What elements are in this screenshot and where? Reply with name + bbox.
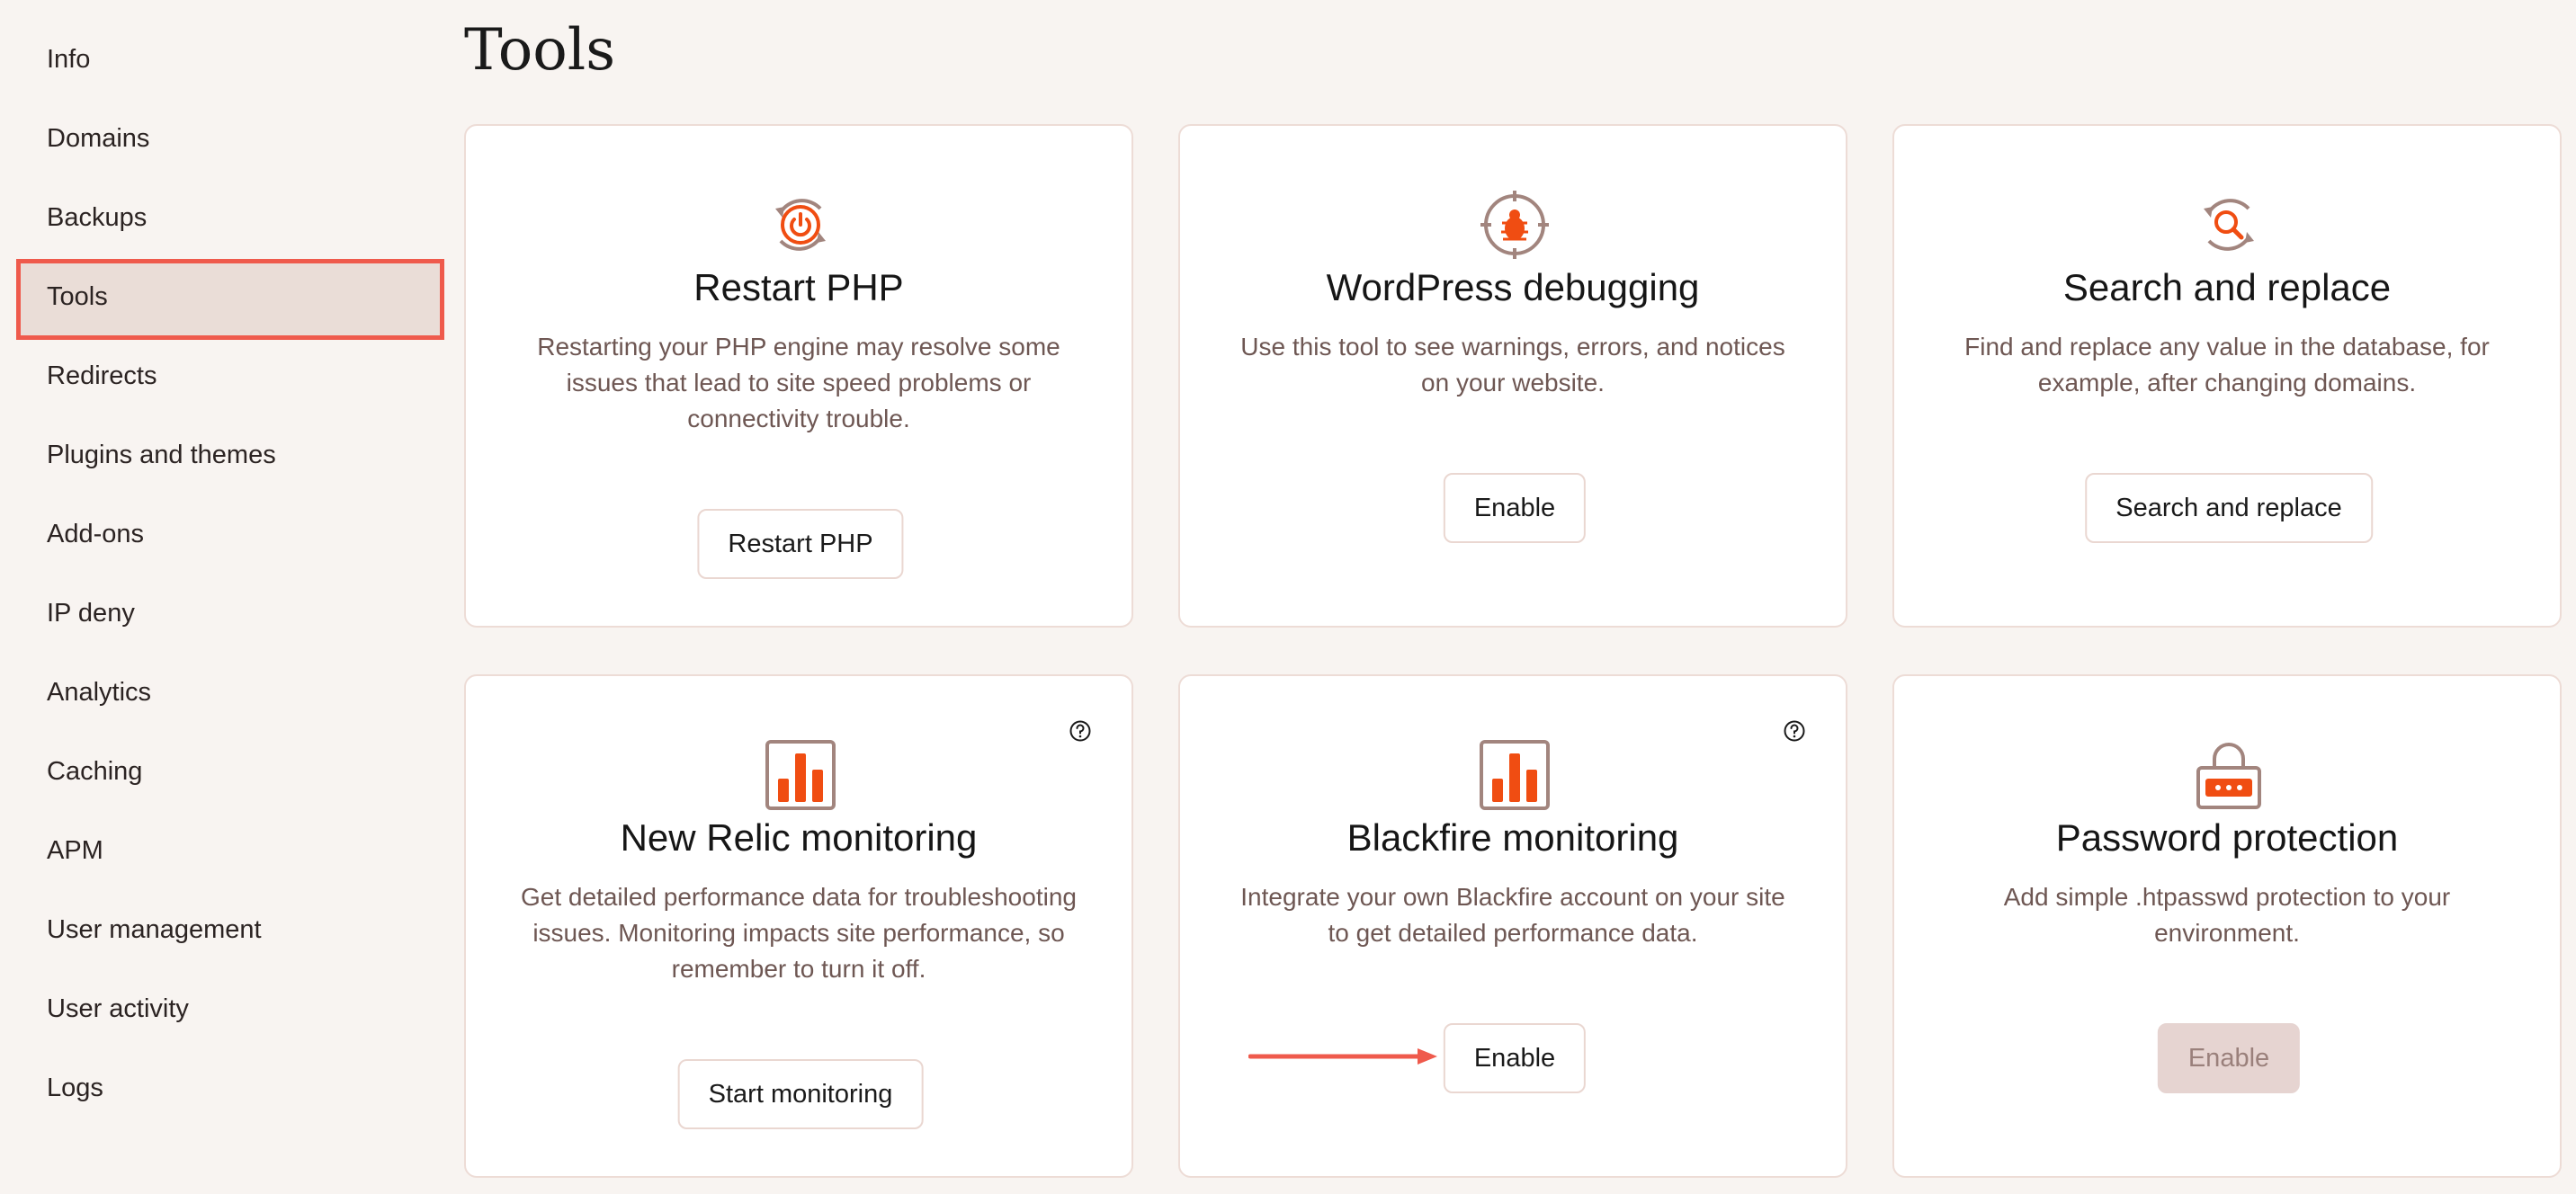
search-and-replace-button[interactable]: Search and replace xyxy=(2085,473,2373,543)
enable-password-protection-button[interactable]: Enable xyxy=(2157,1023,2301,1093)
card-password-protection: Password protection Add simple .htpasswd… xyxy=(1892,674,2562,1178)
sidebar-item-add-ons[interactable]: Add-ons xyxy=(47,507,144,561)
sidebar-item-ip-deny[interactable]: IP deny xyxy=(47,586,135,640)
card-description: Integrate your own Blackfire account on … xyxy=(1240,883,1785,947)
card-title: Restart PHP xyxy=(693,266,904,308)
enable-blackfire-button[interactable]: Enable xyxy=(1443,1023,1587,1093)
sidebar: Info Domains Backups Tools Redirects Plu… xyxy=(0,0,450,1194)
sidebar-item-user-management[interactable]: User management xyxy=(47,903,262,957)
card-restart-php: Restart PHP Restarting your PHP engine m… xyxy=(464,124,1133,628)
sidebar-item-domains[interactable]: Domains xyxy=(47,111,149,165)
card-description: Get detailed performance data for troubl… xyxy=(521,883,1077,983)
card-description: Find and replace any value in the databa… xyxy=(1964,333,2490,397)
sidebar-item-logs[interactable]: Logs xyxy=(47,1061,103,1115)
card-title: New Relic monitoring xyxy=(620,816,978,859)
page-title: Tools xyxy=(464,17,616,84)
sidebar-item-caching[interactable]: Caching xyxy=(47,744,142,798)
card-description: Use this tool to see warnings, errors, a… xyxy=(1240,333,1785,397)
sidebar-item-tools[interactable]: Tools xyxy=(47,270,108,324)
restart-php-button[interactable]: Restart PHP xyxy=(697,509,904,579)
card-new-relic-monitoring: New Relic monitoring Get detailed perfor… xyxy=(464,674,1133,1178)
padlock-icon xyxy=(2196,743,2261,809)
sidebar-item-analytics[interactable]: Analytics xyxy=(47,665,151,719)
card-description: Restarting your PHP engine may resolve s… xyxy=(537,333,1060,432)
card-title: Search and replace xyxy=(2062,266,2392,308)
card-title: Blackfire monitoring xyxy=(1346,816,1679,859)
pointer-arrow-icon xyxy=(1248,1048,1437,1065)
card-description: Add simple .htpasswd protection to your … xyxy=(2003,883,2451,947)
card-search-and-replace: Search and replace Find and replace any … xyxy=(1892,124,2562,628)
bar-chart-icon xyxy=(1480,740,1550,810)
sidebar-item-user-activity[interactable]: User activity xyxy=(47,982,189,1036)
sidebar-item-redirects[interactable]: Redirects xyxy=(47,349,157,403)
power-restart-icon xyxy=(775,199,826,251)
start-monitoring-button[interactable]: Start monitoring xyxy=(677,1059,924,1129)
bug-target-icon xyxy=(1480,191,1549,259)
sidebar-item-plugins-and-themes[interactable]: Plugins and themes xyxy=(47,428,276,482)
card-wordpress-debugging: WordPress debugging Use this tool to see… xyxy=(1178,124,1847,628)
sidebar-item-backups[interactable]: Backups xyxy=(47,191,147,245)
enable-debugging-button[interactable]: Enable xyxy=(1443,473,1587,543)
sidebar-item-info[interactable]: Info xyxy=(47,32,90,86)
sidebar-item-apm[interactable]: APM xyxy=(47,824,103,878)
help-icon[interactable] xyxy=(1783,719,1806,743)
bar-chart-icon xyxy=(765,740,836,810)
help-icon[interactable] xyxy=(1069,719,1092,743)
card-title: Password protection xyxy=(2055,816,2399,859)
search-refresh-icon xyxy=(2204,199,2254,251)
card-blackfire-monitoring: Blackfire monitoring Integrate your own … xyxy=(1178,674,1847,1178)
card-title: WordPress debugging xyxy=(1326,266,1700,308)
